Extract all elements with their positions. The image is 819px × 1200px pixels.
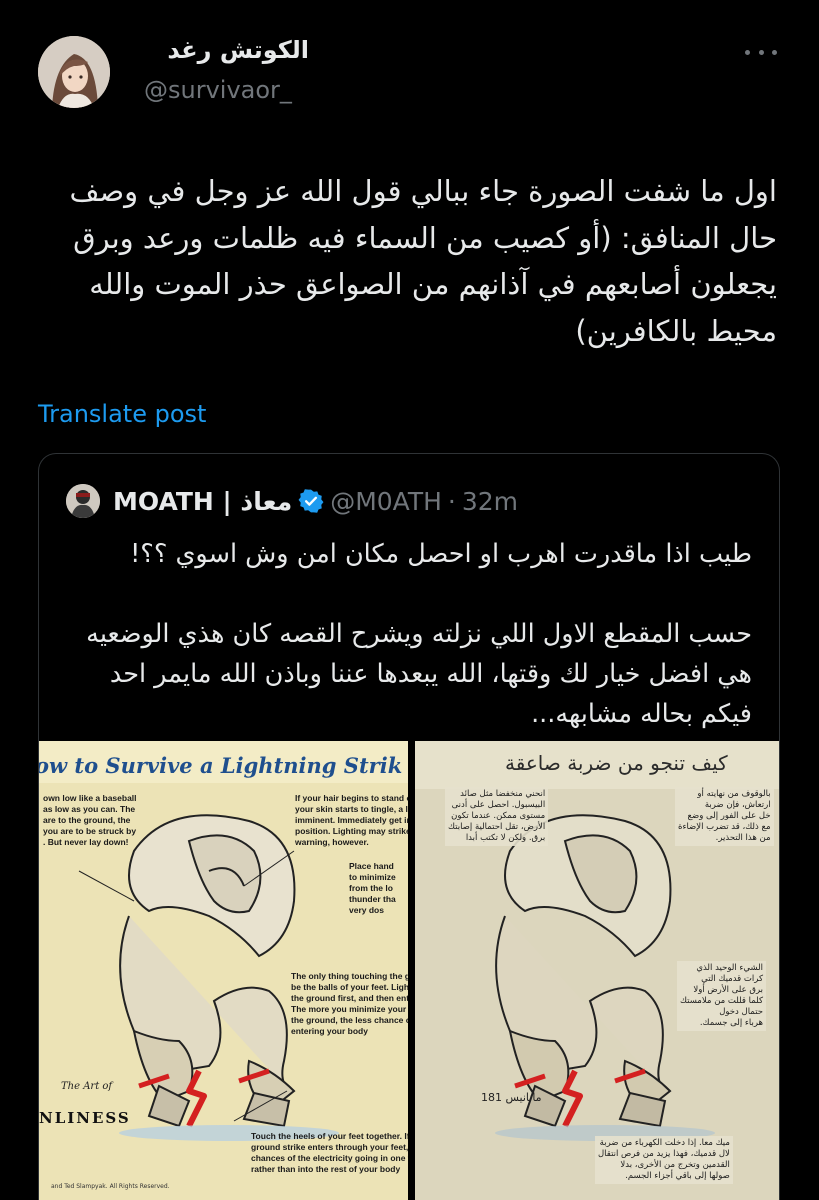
- caption-hair: If your hair begins to stand o your skin…: [295, 793, 408, 847]
- caption-feet: The only thing touching the gr be the ba…: [291, 971, 408, 1036]
- caption-hands: Place hand to minimize from the lo thund…: [349, 861, 396, 915]
- quote-display-name[interactable]: MOATH | معاذ: [113, 487, 292, 516]
- media-image-right[interactable]: كيف تنجو من ضربة صاعقة انحني منخفضا مثل …: [415, 741, 779, 1200]
- verified-badge-icon: [298, 489, 324, 513]
- quote-text-line-2: حسب المقطع الاول اللي نزلته ويشرح القصه …: [86, 619, 752, 729]
- image-credit: and Ted Slampyak. All Rights Reserved.: [51, 1183, 170, 1190]
- more-dot: [772, 49, 777, 55]
- avatar-image: [38, 36, 110, 108]
- brand-logo: NLINESS: [39, 1109, 131, 1127]
- caption-heels: Touch the heels of your feet together. I…: [251, 1131, 408, 1174]
- quote-header: MOATH | معاذ @M0ATH · 32m: [113, 482, 518, 520]
- media-image-left[interactable]: ow to Survive a Lightning Strik own low …: [39, 741, 408, 1200]
- more-dot: [745, 49, 750, 55]
- more-horizontal-icon[interactable]: [745, 40, 777, 64]
- quote-timestamp[interactable]: 32m: [462, 487, 518, 516]
- quote-avatar-image: [66, 484, 100, 518]
- quote-text-line-1: طيب اذا ماقدرت اهرب او احصل مكان امن وش …: [130, 539, 752, 569]
- translate-post-link[interactable]: Translate post: [38, 400, 206, 428]
- dot-separator: ·: [447, 486, 456, 516]
- image-title-right: كيف تنجو من ضربة صاعقة: [505, 751, 728, 775]
- quote-handle[interactable]: @M0ATH: [330, 487, 442, 516]
- caption-crouch: own low like a baseball as low as you ca…: [43, 793, 137, 847]
- more-dot: [758, 49, 764, 55]
- quote-text: طيب اذا ماقدرت اهرب او احصل مكان امن وش …: [66, 534, 752, 734]
- caption-ar-crouch: انحني منخفضا مثل صائد البيسبول. احصل على…: [445, 787, 549, 846]
- page-number: 181 مانانيس: [481, 1091, 542, 1104]
- quoted-post[interactable]: MOATH | معاذ @M0ATH · 32m طيب اذا ماقدرت…: [38, 453, 780, 1200]
- display-name[interactable]: الكوتش رغد: [167, 36, 309, 64]
- caption-ar-heels: ميك معا. إذا دخلت الكهرباء من ضربة لال ق…: [595, 1136, 733, 1184]
- brand-subtitle: The Art of: [61, 1081, 113, 1092]
- image-title-left: ow to Survive a Lightning Strik: [39, 753, 403, 778]
- user-handle[interactable]: @survivaor_: [144, 76, 292, 104]
- caption-ar-feet: الشيء الوحيد الذي كرات قدميك التي برق عل…: [677, 961, 767, 1031]
- quote-avatar[interactable]: [66, 484, 100, 518]
- avatar[interactable]: [38, 36, 110, 108]
- caption-ar-hair: بالوقوف من نهايته أو ارتعاش، فإن ضربة خل…: [675, 787, 774, 846]
- post-text: اول ما شفت الصورة جاء ببالي قول الله عز …: [69, 174, 777, 348]
